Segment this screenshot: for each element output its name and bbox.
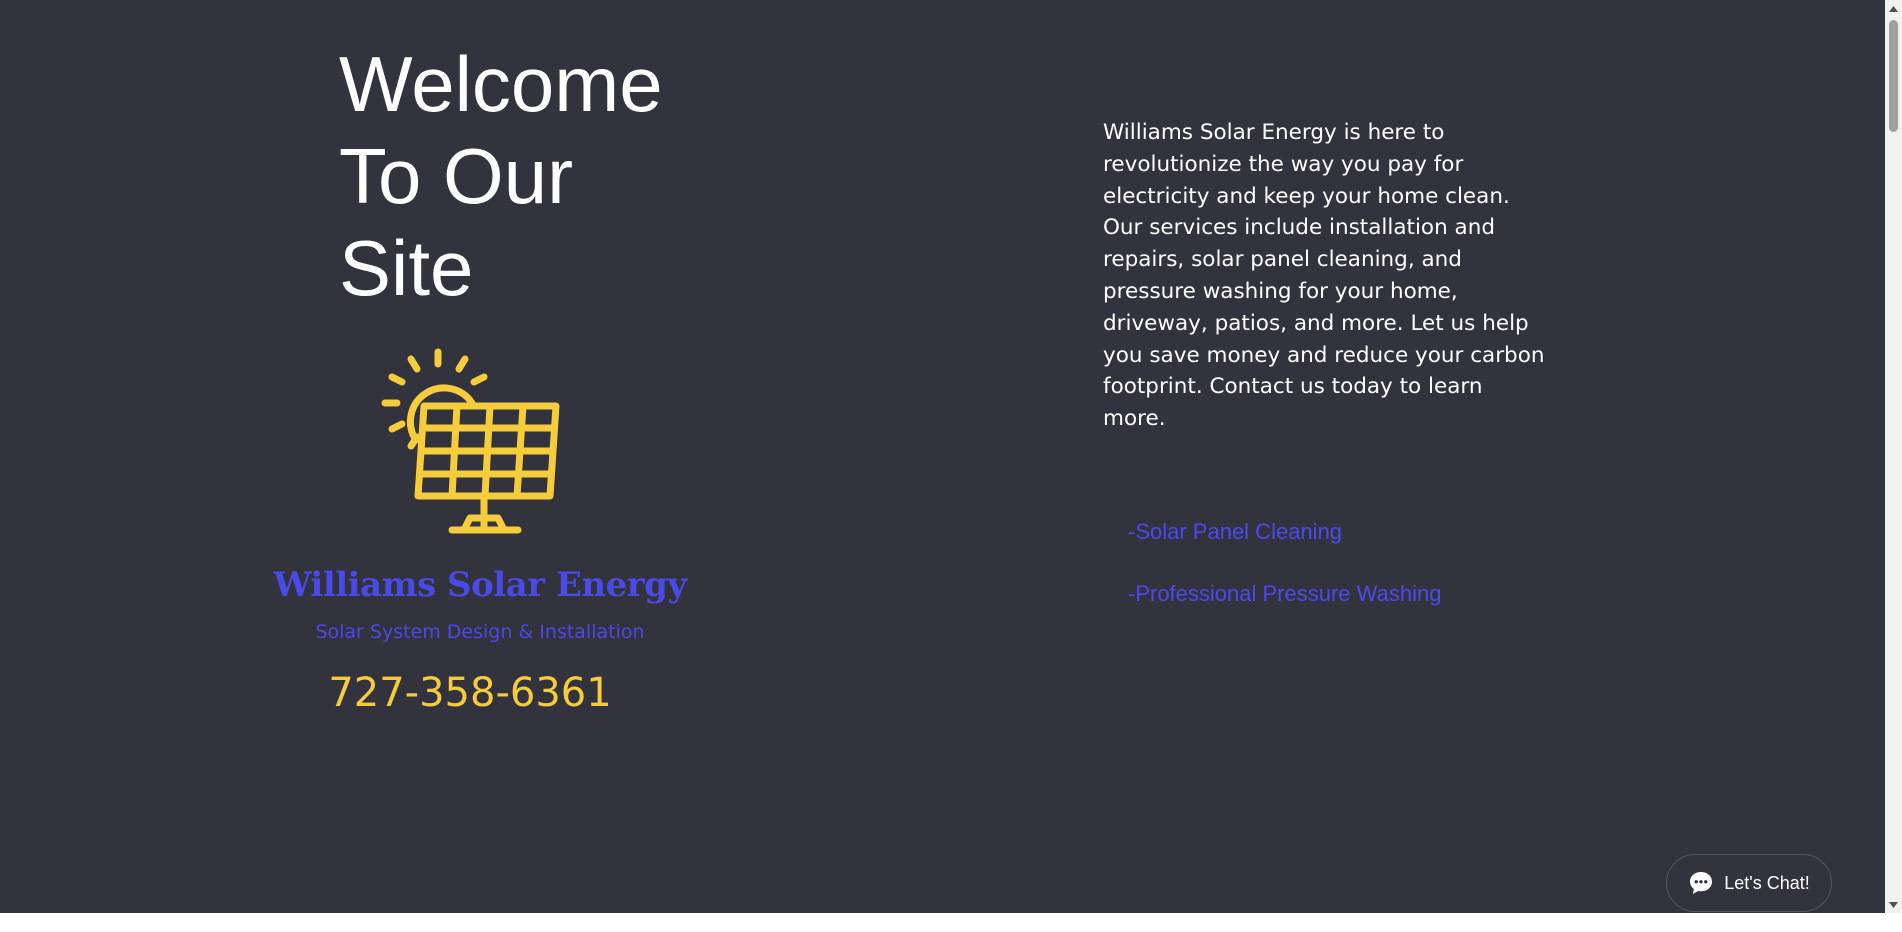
chat-button[interactable]: Let's Chat! [1666, 854, 1832, 912]
vertical-scrollbar[interactable] [1885, 0, 1902, 913]
brand-name: Williams Solar Energy [273, 565, 687, 605]
brand-tagline: Solar System Design & Installation [315, 621, 645, 643]
scroll-down-arrow-icon[interactable] [1885, 896, 1902, 913]
welcome-heading: Welcome To Our Site [339, 40, 663, 312]
chat-button-label: Let's Chat! [1724, 872, 1810, 893]
service-link-solar-panel-cleaning[interactable]: -Solar Panel Cleaning [1128, 517, 1342, 547]
service-link-pressure-washing[interactable]: -Professional Pressure Washing [1128, 579, 1441, 609]
scroll-up-arrow-icon[interactable] [1885, 0, 1902, 17]
page-background: Welcome To Our Site Williams Solar Energ… [0, 0, 1885, 913]
phone-number: 727-358-6361 [328, 670, 612, 716]
solar-panel-sun-icon [376, 348, 566, 538]
page-bottom-strip [0, 913, 1902, 932]
scrollbar-thumb[interactable] [1889, 20, 1898, 132]
chat-bubble-icon [1688, 870, 1714, 896]
about-paragraph: Williams Solar Energy is here to revolut… [1103, 120, 1545, 432]
